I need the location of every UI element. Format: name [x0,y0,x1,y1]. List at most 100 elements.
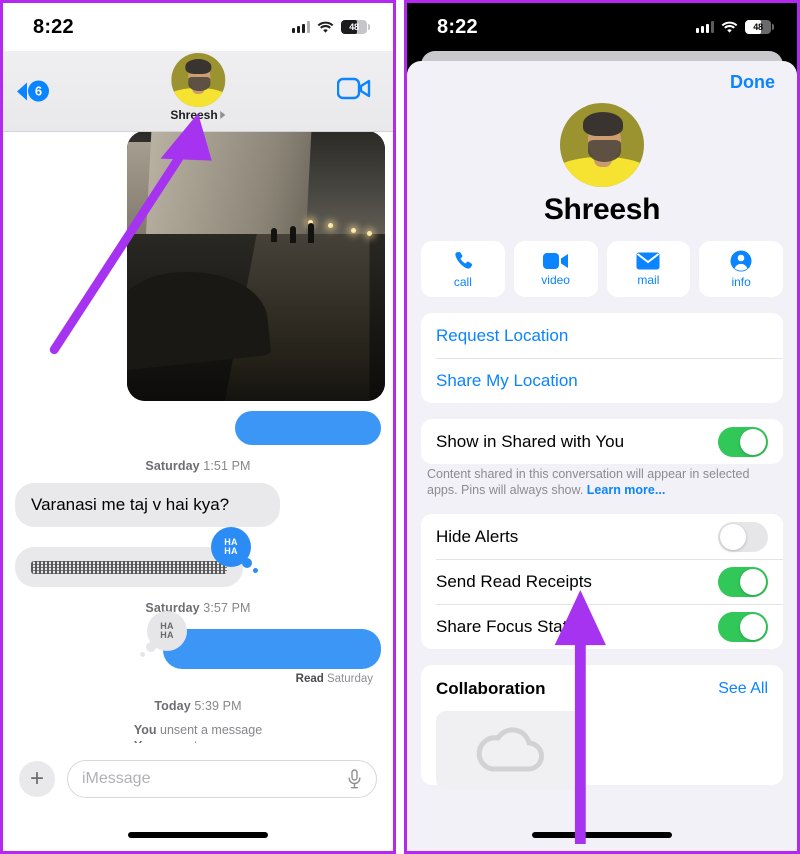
wifi-icon [317,21,334,34]
outgoing-message-bubble-2[interactable] [163,629,381,669]
info-label: info [731,275,750,289]
status-indicators: 48 [292,20,367,34]
right-phone-frame: 8:22 48 Done [404,0,800,854]
contact-profile-name: Shreesh [544,193,660,227]
battery-percent: 48 [349,22,359,32]
share-focus-status-toggle[interactable] [718,612,768,642]
unsent-prefix-1: You [134,723,157,737]
phone-icon [452,250,474,272]
comparison-screenshot: 8:22 48 6 [0,0,800,854]
call-button[interactable]: call [421,241,505,297]
shared-with-you-group: Show in Shared with You [421,419,783,464]
battery-percent-right: 48 [753,22,763,32]
imessage-input[interactable]: iMessage [67,760,377,798]
timestamp-day-3: Today [154,699,190,713]
collaboration-header: Collaboration See All [436,679,768,699]
read-label: Read [296,673,324,685]
status-indicators-right: 48 [696,20,771,34]
imessage-placeholder: iMessage [82,770,150,788]
quick-actions-row: call video mail [407,241,797,313]
video-button[interactable]: video [514,241,598,297]
home-indicator-right [532,832,672,838]
video-camera-icon [337,78,371,100]
unsent-text-1: unsent a message [160,723,262,737]
outgoing-message-bubble[interactable] [235,411,381,445]
collaboration-section: Collaboration See All [421,665,783,785]
timestamp-time: 1:51 PM [203,459,250,473]
collaboration-see-all[interactable]: See All [718,680,768,698]
tapback-label-line2: HA [224,547,238,556]
collaboration-title: Collaboration [436,679,546,699]
video-camera-icon [543,252,569,270]
video-label: video [541,273,570,287]
done-button[interactable]: Done [730,72,775,93]
contact-avatar-large[interactable] [560,103,644,187]
left-status-bar: 8:22 48 [3,3,393,51]
tapback-haha-gray[interactable]: HA HA [147,611,187,651]
unsent-notice-1: You unsent a message [15,723,381,737]
add-attachment-button[interactable]: + [19,761,55,797]
cloud-icon [472,725,548,775]
photo-message[interactable] [127,131,385,401]
incoming-message-text: Varanasi me taj v hai kya? [31,495,229,514]
tapback2-label-line2: HA [160,631,174,640]
send-read-receipts-row[interactable]: Send Read Receipts [421,559,783,604]
conversation-header: 6 Shreesh [3,51,393,132]
timestamp-divider: Saturday 1:51 PM [15,459,381,473]
unread-badge: 6 [28,81,49,102]
mail-button[interactable]: mail [607,241,691,297]
facetime-button[interactable] [337,78,371,105]
contact-details-sheet: Done Shreesh call [407,61,797,851]
sheet-toolbar: Done [407,61,797,103]
left-phone-frame: 8:22 48 6 [0,0,396,854]
incoming-message-bubble[interactable]: Varanasi me taj v hai kya? [15,483,280,527]
learn-more-link[interactable]: Learn more... [587,483,666,497]
request-location-label: Request Location [436,326,568,346]
microphone-icon[interactable] [347,769,362,789]
share-focus-status-label: Share Focus Status [436,617,585,637]
envelope-icon [636,252,660,270]
status-time: 8:22 [33,16,74,39]
home-indicator [128,832,268,838]
share-focus-status-row[interactable]: Share Focus Status [421,604,783,649]
call-label: call [454,275,472,289]
location-group: Request Location Share My Location [421,313,783,403]
message-thread[interactable]: Saturday 1:51 PM Varanasi me taj v hai k… [3,131,393,743]
cellular-signal-icon [292,21,310,33]
incoming-redacted-bubble[interactable] [15,547,243,587]
show-in-shared-with-you-toggle[interactable] [718,427,768,457]
show-in-shared-with-you-label: Show in Shared with You [436,432,624,452]
wifi-icon [721,21,738,34]
contact-name-row[interactable]: Shreesh [170,108,225,122]
conversation-settings-group: Hide Alerts Send Read Receipts Share Foc… [421,514,783,649]
status-time-right: 8:22 [437,16,478,39]
collaboration-thumbnail[interactable] [436,711,584,789]
contact-avatar-small [171,53,225,107]
chevron-right-icon [221,111,226,119]
chevron-left-icon [17,82,27,100]
share-my-location-label: Share My Location [436,371,578,391]
cellular-signal-icon [696,21,714,33]
tapback-haha-blue[interactable]: HA HA [211,527,251,567]
share-my-location-row[interactable]: Share My Location [421,358,783,403]
hide-alerts-toggle[interactable] [718,522,768,552]
send-read-receipts-label: Send Read Receipts [436,572,592,592]
timestamp-day: Saturday [145,459,199,473]
timestamp-time-2: 3:57 PM [203,601,250,615]
timestamp-divider-3: Today 5:39 PM [15,699,381,713]
contact-profile: Shreesh [407,103,797,241]
read-receipt: Read Saturday [15,673,381,685]
contact-header-button[interactable]: Shreesh [170,53,225,122]
read-time: Saturday [327,673,373,685]
show-in-shared-with-you-row[interactable]: Show in Shared with You [421,419,783,464]
person-circle-icon [730,250,752,272]
photo-attachment-image [127,131,385,401]
info-button[interactable]: info [699,241,783,297]
back-button[interactable]: 6 [17,81,49,102]
request-location-row[interactable]: Request Location [421,313,783,358]
right-status-bar: 8:22 48 [407,3,797,51]
send-read-receipts-toggle[interactable] [718,567,768,597]
mail-label: mail [637,273,659,287]
hide-alerts-row[interactable]: Hide Alerts [421,514,783,559]
timestamp-divider-2: Saturday 3:57 PM [15,601,381,615]
